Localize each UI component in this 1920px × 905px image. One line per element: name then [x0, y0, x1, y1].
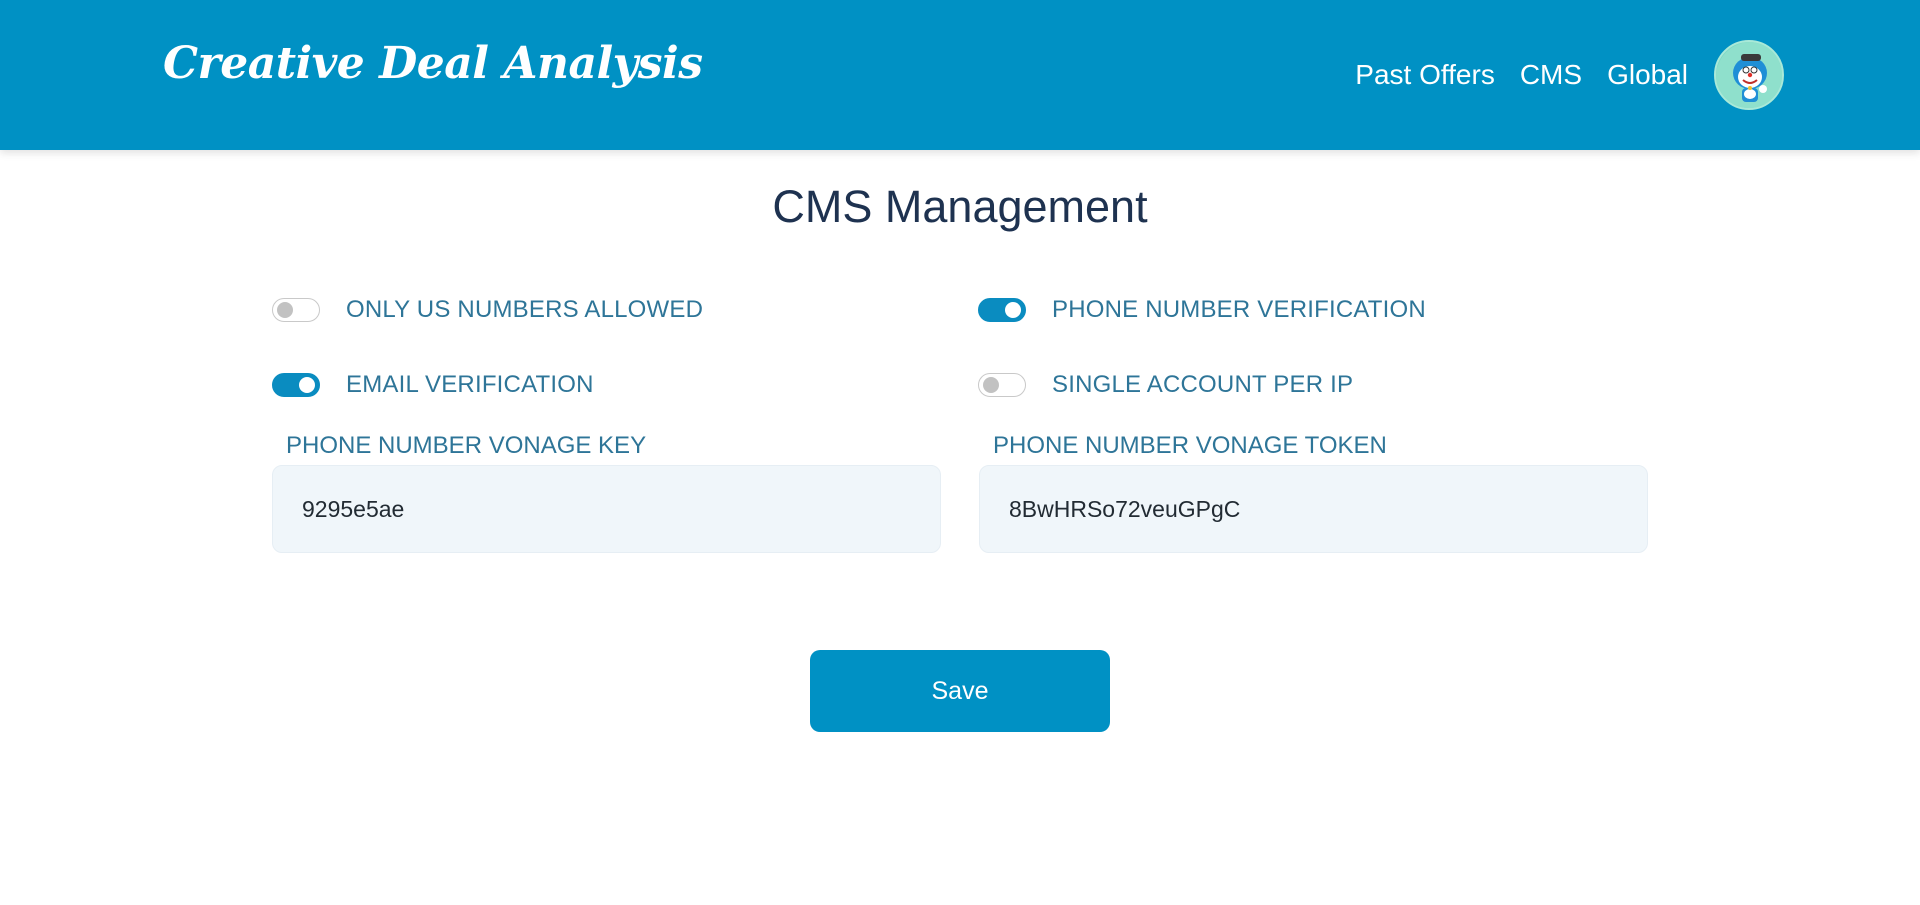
toggle-row-us-numbers: ONLY US NUMBERS ALLOWED — [272, 296, 703, 324]
vonage-key-input[interactable] — [272, 465, 941, 553]
nav-link-past-offers[interactable]: Past Offers — [1355, 59, 1495, 91]
us-numbers-toggle[interactable] — [272, 298, 320, 322]
top-header: Creative Deal Analysis Past Offers CMS G… — [0, 0, 1920, 150]
user-avatar[interactable] — [1714, 40, 1784, 110]
page-title: CMS Management — [772, 181, 1148, 232]
single-account-label: SINGLE ACCOUNT PER IP — [1052, 371, 1354, 398]
email-verification-label: EMAIL VERIFICATION — [346, 371, 594, 398]
single-account-toggle[interactable] — [978, 373, 1026, 397]
main-nav: Past Offers CMS Global — [1355, 40, 1784, 110]
toggle-knob — [1005, 302, 1021, 318]
us-numbers-label: ONLY US NUMBERS ALLOWED — [346, 296, 704, 323]
toggle-row-single-account: SINGLE ACCOUNT PER IP — [978, 371, 1353, 399]
toggle-knob — [983, 377, 999, 393]
vonage-token-input[interactable] — [979, 465, 1648, 553]
nav-link-global[interactable]: Global — [1607, 59, 1688, 91]
vonage-token-label: PHONE NUMBER VONAGE TOKEN — [993, 432, 1387, 459]
toggle-knob — [277, 302, 293, 318]
brand-logo-text[interactable]: Creative Deal Analysis — [163, 38, 703, 89]
save-button[interactable]: Save — [810, 650, 1110, 732]
toggle-row-phone-verification: PHONE NUMBER VERIFICATION — [978, 296, 1426, 324]
email-verification-toggle[interactable] — [272, 373, 320, 397]
vonage-key-label: PHONE NUMBER VONAGE KEY — [286, 432, 647, 459]
phone-verification-label: PHONE NUMBER VERIFICATION — [1052, 296, 1426, 323]
toggle-row-email-verification: EMAIL VERIFICATION — [272, 371, 594, 399]
toggle-knob — [299, 377, 315, 393]
cartoon-avatar-icon — [1716, 42, 1782, 108]
nav-link-cms[interactable]: CMS — [1520, 59, 1582, 91]
phone-verification-toggle[interactable] — [978, 298, 1026, 322]
